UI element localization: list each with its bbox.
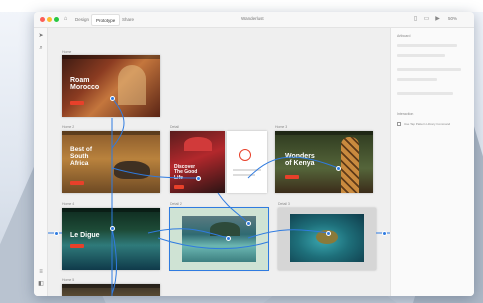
tap-pattern-checkbox-label: Use Tap Pattern Library Command [404,122,451,126]
wire-handle[interactable] [226,236,231,241]
title-bar: ⌂ Design Prototype Share Wanderlust ▯ ▭ … [34,12,474,28]
wire-handle[interactable] [336,166,341,171]
wire[interactable] [111,97,125,149]
wire-handle[interactable] [326,231,331,236]
inspector-field[interactable] [397,54,445,57]
wire-handle[interactable] [54,231,59,236]
prototype-wires [48,97,390,296]
tab-design[interactable]: Design [71,14,93,26]
search-icon[interactable]: ⌕ [37,44,45,52]
wire-handle[interactable] [110,96,115,101]
property-inspector: Artboard Interaction Use Tap Pattern Lib… [390,28,474,296]
zoom-level[interactable]: 50% [448,16,457,21]
wire-handle[interactable] [382,231,387,236]
minimize-window-button[interactable] [47,17,52,22]
inspector-field[interactable] [397,78,437,81]
tool-sidebar: ➤ ⌕ ≡ ◧ [34,28,48,296]
assets-icon[interactable]: ◧ [37,280,45,288]
layers-icon[interactable]: ≡ [37,268,45,276]
wire[interactable] [247,229,329,239]
wire[interactable] [111,227,117,295]
inspector-field[interactable] [397,44,457,47]
app-window: ⌂ Design Prototype Share Wanderlust ▯ ▭ … [34,12,474,296]
wire[interactable] [247,156,339,179]
wire-handle[interactable] [196,176,201,181]
home-icon[interactable]: ⌂ [62,16,69,23]
desktop-preview-icon[interactable]: ▭ [423,16,430,23]
close-window-button[interactable] [40,17,45,22]
wire-handle[interactable] [110,226,115,231]
document-title: Wanderlust [241,16,264,21]
zoom-window-button[interactable] [54,17,59,22]
wire[interactable] [147,228,229,239]
tab-share[interactable]: Share [118,14,138,26]
inspector-section-label: Artboard [397,34,411,38]
top-band [0,0,483,12]
play-icon[interactable]: ▶ [434,16,441,23]
inspector-field[interactable] [397,68,461,71]
interaction-section-label: Interaction [397,112,414,116]
inspector-field[interactable] [397,92,453,95]
wire[interactable] [217,192,249,224]
wire[interactable] [111,167,199,179]
select-tool-icon[interactable]: ➤ [37,32,45,40]
design-canvas[interactable]: Home Roam Morocco Home 2 Best of South A… [48,28,390,296]
mobile-preview-icon[interactable]: ▯ [412,16,419,23]
wire[interactable] [157,237,269,250]
tap-pattern-checkbox[interactable] [397,122,401,126]
wire-handle[interactable] [246,221,251,226]
tab-prototype[interactable]: Prototype [91,14,121,26]
